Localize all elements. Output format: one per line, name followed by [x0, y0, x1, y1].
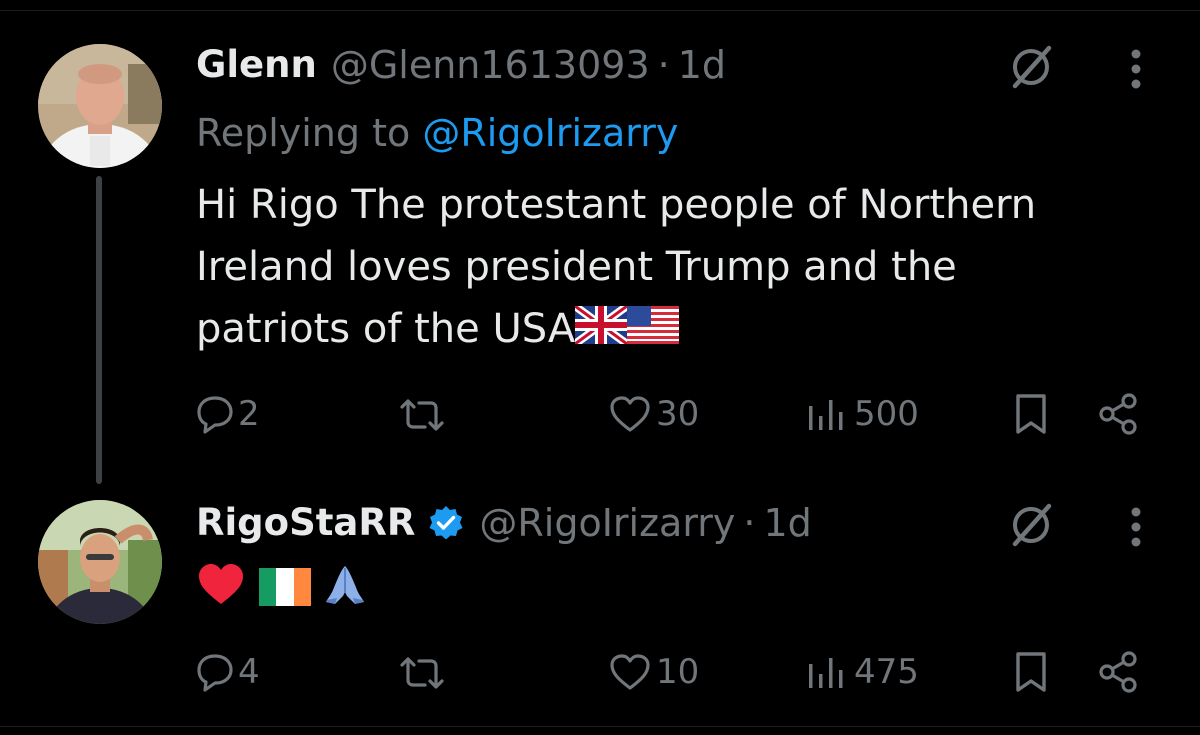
heart-icon	[610, 396, 650, 432]
reply-count: 4	[238, 652, 260, 692]
analytics-icon	[809, 400, 843, 430]
like-count: 10	[656, 652, 700, 692]
tweet-header: Glenn @Glenn1613093 · 1d	[196, 42, 726, 88]
separator-dot: ·	[743, 501, 756, 545]
tweet-text-line-content: patriots of the USA	[196, 306, 576, 352]
share-button[interactable]	[1098, 392, 1140, 436]
grok-icon[interactable]	[1006, 500, 1056, 554]
tweet-text: Hi Rigo The protestant people of Norther…	[196, 174, 1156, 362]
reply-icon	[197, 654, 233, 692]
reply-count: 2	[238, 394, 260, 434]
bookmark-button[interactable]	[1014, 650, 1048, 694]
views-button[interactable]: 500	[806, 394, 919, 434]
replying-to: Replying to @RigoIrizarry	[196, 110, 678, 156]
grok-icon[interactable]	[1006, 42, 1056, 96]
display-name[interactable]: Glenn	[196, 42, 317, 88]
replying-mention-link[interactable]: @RigoIrizarry	[422, 111, 678, 155]
bookmark-icon	[1016, 394, 1046, 434]
like-button[interactable]: 30	[608, 394, 699, 434]
repost-icon	[400, 399, 444, 431]
us-flag-icon	[627, 300, 680, 362]
bottom-divider	[0, 726, 1200, 727]
reply-button[interactable]: 2	[196, 394, 260, 434]
like-count: 30	[656, 394, 700, 434]
verified-badge-icon[interactable]	[427, 504, 465, 542]
reply-icon	[197, 396, 233, 434]
reply-button[interactable]: 4	[196, 652, 260, 692]
share-icon	[1099, 651, 1137, 693]
tweet-header: RigoStaRR @RigoIrizarry · 1d	[196, 500, 812, 546]
replying-label: Replying to	[196, 111, 423, 155]
view-count: 500	[854, 394, 919, 434]
tweet-text-line: Hi Rigo The protestant people of Norther…	[196, 182, 1037, 228]
separator-dot: ·	[657, 43, 670, 87]
ireland-flag-icon	[258, 562, 311, 624]
share-icon	[1099, 393, 1137, 435]
handle[interactable]: @Glenn1613093	[331, 42, 650, 88]
analytics-icon	[809, 658, 843, 688]
avatar-rigostarr[interactable]	[38, 500, 162, 624]
more-options-icon[interactable]	[1128, 48, 1144, 94]
timestamp[interactable]: 1d	[678, 42, 726, 88]
repost-icon	[400, 657, 444, 689]
folded-hands-icon	[323, 562, 367, 624]
red-heart-icon	[196, 562, 246, 624]
like-button[interactable]: 10	[608, 652, 699, 692]
uk-flag-icon	[572, 300, 630, 362]
share-button[interactable]	[1098, 650, 1140, 694]
bookmark-button[interactable]	[1014, 392, 1048, 436]
timestamp[interactable]: 1d	[764, 500, 812, 546]
tweet-emoji-text	[196, 560, 1156, 624]
tweet-actions: 2 30 500	[0, 390, 1200, 440]
heart-icon	[610, 654, 650, 690]
more-options-icon[interactable]	[1128, 506, 1144, 552]
avatar-glenn[interactable]	[38, 44, 162, 168]
tweet-text-line: Ireland loves president Trump and the	[196, 244, 957, 290]
display-name[interactable]: RigoStaRR	[196, 500, 415, 546]
handle[interactable]: @RigoIrizarry	[479, 500, 735, 546]
tweet-glenn[interactable]: Glenn @Glenn1613093 · 1d Replying to @Ri…	[0, 0, 1200, 480]
tweet-text-line: patriots of the USA	[196, 298, 1156, 362]
repost-button[interactable]	[398, 398, 450, 432]
tweet-actions: 4 10 475	[0, 648, 1200, 698]
repost-button[interactable]	[398, 656, 450, 690]
view-count: 475	[854, 652, 919, 692]
bookmark-icon	[1016, 652, 1046, 692]
views-button[interactable]: 475	[806, 652, 919, 692]
tweet-rigostarr[interactable]: RigoStaRR @RigoIrizarry · 1d 4 10 475	[0, 480, 1200, 726]
